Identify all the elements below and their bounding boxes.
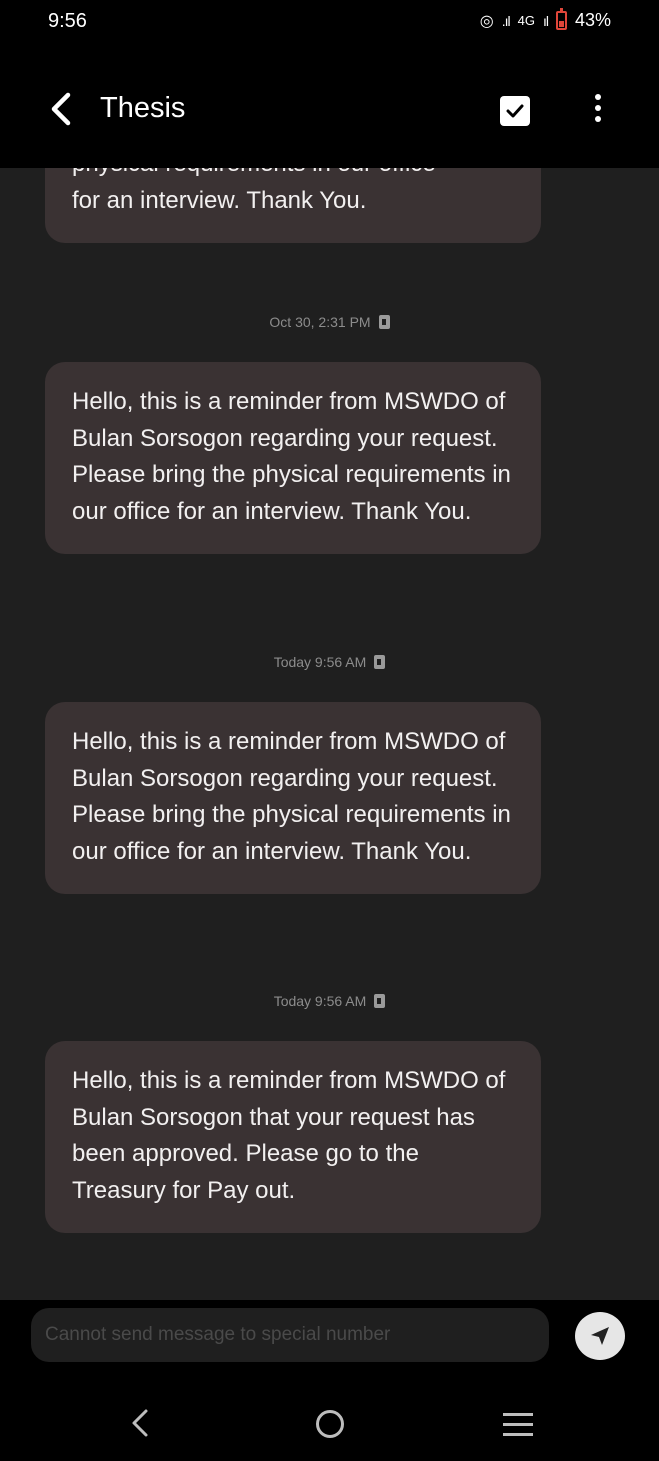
sim-card-icon xyxy=(374,655,386,669)
send-button[interactable] xyxy=(575,1312,625,1360)
status-time: 9:56 xyxy=(48,10,87,32)
network-type: 4G xyxy=(517,13,535,28)
select-messages-icon[interactable] xyxy=(500,96,530,126)
message-input[interactable]: Cannot send message to special number xyxy=(31,1308,549,1362)
message-bubble[interactable]: physical requirements in our office for … xyxy=(45,168,541,243)
battery-percent: 43% xyxy=(574,10,611,30)
hotspot-icon: ◎ xyxy=(479,12,494,30)
messaging-screen: 9:56 ◎ .ıl 4G ıl 43% Thesis physic xyxy=(0,0,659,1461)
message-timestamp: Today 9:56 AM xyxy=(0,654,659,670)
status-bar: 9:56 ◎ .ıl 4G ıl 43% xyxy=(0,0,659,48)
message-text: Hello, this is a reminder from MSWDO of … xyxy=(72,728,511,865)
status-icons: ◎ .ıl 4G ıl 43% xyxy=(479,8,611,31)
signal-strength-icon: .ıl xyxy=(501,12,511,29)
message-bubble[interactable]: Hello, this is a reminder from MSWDO of … xyxy=(45,1041,541,1233)
battery-icon xyxy=(555,8,567,30)
message-text: for an interview. Thank You. xyxy=(72,186,367,214)
system-navigation-bar xyxy=(0,1380,659,1461)
nav-home-icon[interactable] xyxy=(316,1410,344,1438)
message-bubble[interactable]: Hello, this is a reminder from MSWDO of … xyxy=(45,702,541,894)
conversation-header: Thesis xyxy=(0,48,659,168)
sim-card-icon xyxy=(378,315,390,329)
nav-back-icon[interactable] xyxy=(130,1408,150,1443)
message-text-partial: physical requirements in our office xyxy=(72,168,515,183)
compose-bar: Cannot send message to special number xyxy=(0,1300,659,1380)
message-text: Hello, this is a reminder from MSWDO of … xyxy=(72,388,511,525)
signal-strength-2-icon: ıl xyxy=(542,12,549,29)
message-text: Hello, this is a reminder from MSWDO of … xyxy=(72,1067,506,1204)
message-list[interactable]: physical requirements in our office for … xyxy=(0,168,659,1300)
back-icon[interactable] xyxy=(48,92,74,126)
message-bubble[interactable]: Hello, this is a reminder from MSWDO of … xyxy=(45,362,541,554)
more-options-icon[interactable] xyxy=(588,94,608,126)
message-timestamp: Today 9:56 AM xyxy=(0,993,659,1009)
send-icon xyxy=(591,1327,609,1345)
conversation-title: Thesis xyxy=(100,92,186,124)
sim-card-icon xyxy=(374,994,386,1008)
message-timestamp: Oct 30, 2:31 PM xyxy=(0,314,659,330)
nav-recents-icon[interactable] xyxy=(503,1413,533,1443)
